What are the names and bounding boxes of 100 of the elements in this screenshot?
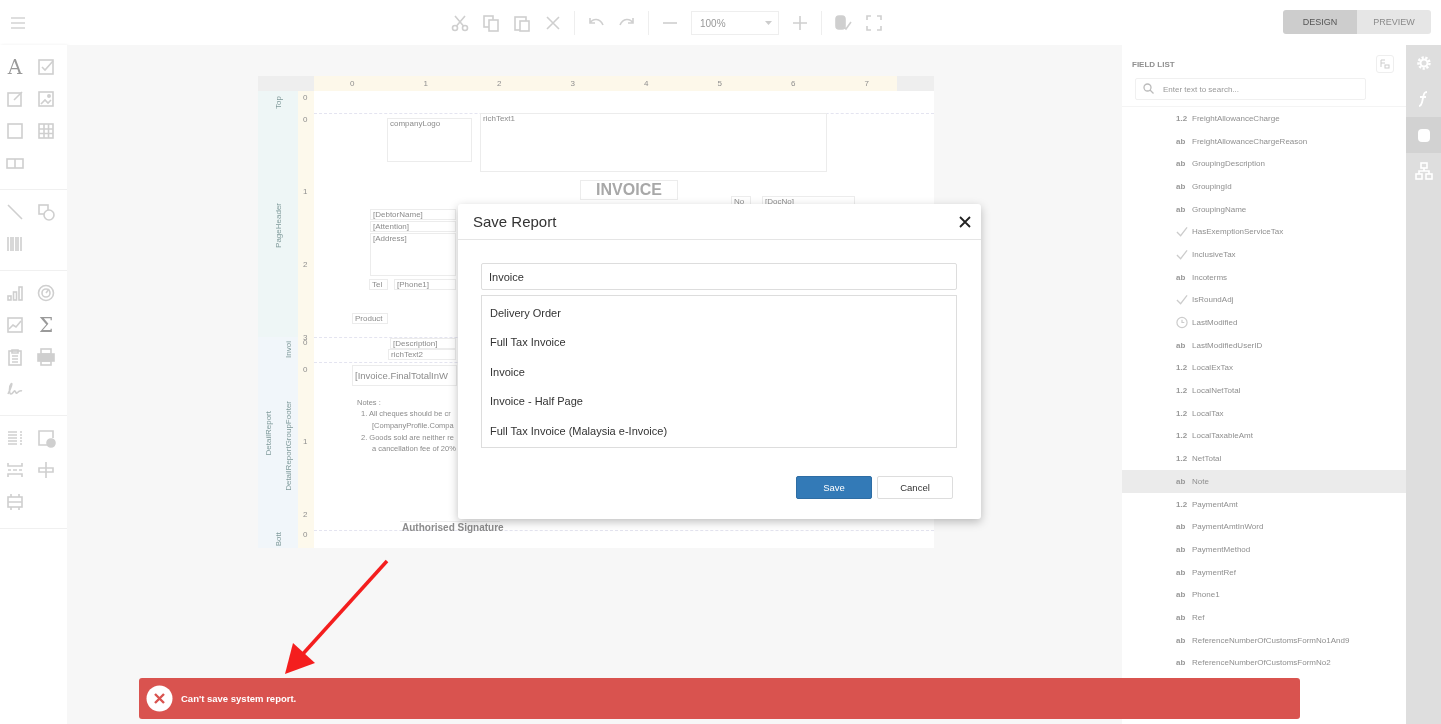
field-item[interactable]: ab GroupingDescription	[1122, 152, 1406, 176]
field-name: GroupingId	[1192, 181, 1232, 191]
mode-tab[interactable]: PREVIEW	[1357, 10, 1431, 34]
field-item[interactable]: ab Phone1	[1122, 583, 1406, 607]
ruler-number: 0	[303, 93, 308, 102]
square-icon[interactable]	[5, 121, 25, 141]
check-icon	[1176, 293, 1188, 307]
picture-icon[interactable]	[36, 89, 56, 109]
fullscreen-icon[interactable]	[864, 13, 884, 33]
report-control: [Attention]	[370, 221, 456, 232]
field-type-label: ab	[1176, 590, 1187, 600]
field-item[interactable]: ab Incoterms	[1122, 265, 1406, 289]
copy-icon[interactable]	[481, 13, 501, 33]
field-name: PaymentAmt	[1192, 499, 1238, 509]
printer-icon[interactable]	[36, 347, 56, 367]
search-field[interactable]: Enter text to search...	[1135, 78, 1366, 100]
cross-band-icon[interactable]	[36, 460, 56, 480]
ruler-number: 2	[303, 510, 308, 519]
field-name: GroupingName	[1192, 204, 1247, 214]
bar-chart-icon[interactable]	[5, 283, 25, 303]
field-item[interactable]: LastModified	[1122, 311, 1406, 334]
table-icon[interactable]	[36, 121, 56, 141]
mode-tab[interactable]: DESIGN	[1283, 10, 1357, 34]
field-name: FreightAllowanceChargeReason	[1192, 136, 1308, 146]
report-name-field[interactable]: Invoice	[481, 263, 957, 290]
report-item[interactable]: Delivery Order	[482, 298, 956, 328]
field-item[interactable]: HasExemptionServiceTax	[1122, 220, 1406, 244]
cancel-button[interactable]: Cancel	[877, 476, 953, 499]
line-chart-icon[interactable]	[5, 315, 25, 335]
field-item[interactable]: ab PaymentAmtInWord	[1122, 515, 1406, 539]
field-type-label: ab	[1176, 612, 1187, 622]
field-item[interactable]: 1.2 LocalTaxableAmt	[1122, 424, 1406, 448]
field-item[interactable]: ab PaymentMethod	[1122, 538, 1406, 561]
clipboard-icon[interactable]	[5, 347, 25, 367]
field-item[interactable]: 1.2 LocalNetTotal	[1122, 379, 1406, 402]
list-icon[interactable]	[5, 428, 25, 448]
edit-box-icon[interactable]	[5, 89, 25, 109]
settings-icon[interactable]	[1416, 56, 1431, 70]
tree-toggle-button[interactable]	[1376, 55, 1394, 73]
label-tool-icon[interactable]: A	[7, 57, 23, 77]
cut-icon[interactable]	[450, 13, 470, 33]
field-item[interactable]: ab Ref	[1122, 606, 1406, 629]
field-type-label: 1.2	[1176, 431, 1188, 441]
report-item[interactable]: Invoice - Half Page	[482, 386, 956, 416]
field-name: HasExemptionServiceTax	[1192, 227, 1284, 237]
field-item[interactable]: ab LastModifiedUserID	[1122, 333, 1406, 357]
report-control: richText1	[480, 113, 827, 172]
report-control: INVOICE	[580, 180, 678, 200]
ruler-number: 2	[303, 260, 308, 269]
save-button[interactable]: Save	[796, 476, 872, 499]
caret-icon[interactable]	[765, 21, 772, 25]
field-item[interactable]: ab PaymentRef	[1122, 560, 1406, 584]
gauge-icon[interactable]	[36, 283, 56, 303]
field-name: Incoterms	[1192, 272, 1228, 282]
checkbox-icon[interactable]	[36, 57, 56, 77]
database-check-icon[interactable]	[833, 13, 853, 33]
field-name: LocalNetTotal	[1192, 386, 1241, 396]
close-button[interactable]	[958, 214, 972, 229]
field-item[interactable]: 1.2 PaymentAmt	[1122, 492, 1406, 516]
field-item[interactable]: ab Note	[1122, 470, 1406, 493]
field-item[interactable]: ab ReferenceNumberOfCustomsFormNo1And9	[1122, 628, 1406, 652]
page-info-icon[interactable]	[36, 428, 56, 448]
barcode-icon[interactable]	[5, 234, 25, 254]
side-tab[interactable]	[1406, 117, 1441, 153]
zoom-in-icon[interactable]	[790, 13, 810, 33]
report-item[interactable]: Full Tax Invoice	[482, 327, 956, 357]
ruler-number: 1	[303, 437, 308, 446]
paste-icon[interactable]	[512, 13, 532, 33]
field-item[interactable]: ab ReferenceNumberOfCustomsFormNo2	[1122, 651, 1406, 675]
field-type-label: ab	[1176, 136, 1187, 146]
field-item[interactable]: ab GroupingName	[1122, 197, 1406, 221]
field-item[interactable]: IsRoundAdj	[1122, 288, 1406, 312]
tree-icon	[1380, 59, 1390, 69]
summary-tool-icon[interactable]: Σ	[38, 315, 54, 335]
field-name: Phone1	[1192, 590, 1220, 600]
report-item[interactable]: Full Tax Invoice (Malaysia e-Invoice)	[482, 416, 956, 446]
shapes-icon[interactable]	[36, 202, 56, 222]
field-item[interactable]: 1.2 FreightAllowanceCharge	[1122, 107, 1406, 130]
menu-icon[interactable]	[11, 16, 25, 29]
report-item[interactable]: Invoice	[482, 357, 956, 387]
database-icon[interactable]	[1417, 129, 1430, 142]
field-name: InclusiveTax	[1192, 249, 1236, 259]
field-name: NetTotal	[1192, 454, 1222, 464]
error-icon	[146, 685, 173, 712]
page-break-icon[interactable]	[5, 460, 25, 480]
field-item[interactable]: 1.2 LocalExTax	[1122, 356, 1406, 380]
zoom-field[interactable]: 100%	[691, 11, 779, 35]
function-icon[interactable]	[1417, 91, 1428, 107]
band-icon[interactable]	[5, 492, 25, 512]
ruler-number: 2	[497, 79, 502, 88]
line-icon[interactable]	[5, 202, 25, 222]
field-item[interactable]: 1.2 NetTotal	[1122, 447, 1406, 470]
field-item[interactable]: ab FreightAllowanceChargeReason	[1122, 129, 1406, 153]
field-name: LastModified	[1192, 318, 1238, 328]
field-item[interactable]: ab GroupingId	[1122, 175, 1406, 198]
ruler-number: 0	[303, 530, 308, 539]
field-item[interactable]: InclusiveTax	[1122, 243, 1406, 266]
band-label: Invoi	[283, 341, 293, 358]
hierarchy-icon[interactable]	[1414, 162, 1433, 180]
field-item[interactable]: 1.2 LocalTax	[1122, 401, 1406, 425]
